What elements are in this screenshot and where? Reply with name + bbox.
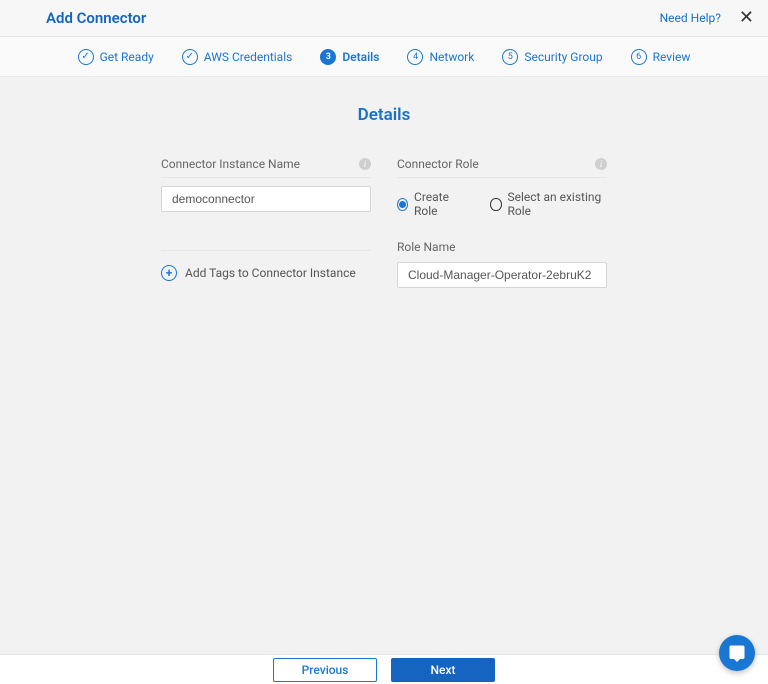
connector-role-label-row: Connector Role i [397, 157, 607, 178]
step-get-ready[interactable]: Get Ready [78, 49, 154, 65]
header: Add Connector Need Help? ✕ [0, 0, 768, 37]
role-name-input[interactable] [397, 262, 607, 288]
step-label: Get Ready [100, 50, 154, 64]
instance-name-input[interactable] [161, 186, 371, 212]
info-icon[interactable]: i [359, 158, 371, 170]
check-icon [182, 49, 198, 65]
left-column: Connector Instance Name i + Add Tags to … [161, 157, 371, 288]
instance-name-label: Connector Instance Name [161, 157, 300, 171]
radio-icon [490, 198, 501, 211]
step-aws-credentials[interactable]: AWS Credentials [182, 49, 293, 65]
footer: Previous Next [0, 654, 768, 684]
step-network[interactable]: 4 Network [407, 49, 474, 65]
chat-bubble-icon [728, 644, 746, 662]
step-details[interactable]: 3 Details [320, 49, 379, 65]
step-number-icon: 6 [631, 49, 647, 65]
step-label: Security Group [524, 50, 602, 64]
radio-existing-role[interactable]: Select an existing Role [490, 190, 607, 218]
radio-icon [397, 198, 408, 211]
step-number-icon: 3 [320, 49, 336, 65]
previous-button[interactable]: Previous [273, 658, 377, 682]
need-help-link[interactable]: Need Help? [660, 11, 721, 25]
step-security-group[interactable]: 5 Security Group [502, 49, 602, 65]
divider [161, 250, 371, 251]
step-label: Details [342, 50, 379, 64]
details-form: Connector Instance Name i + Add Tags to … [0, 157, 768, 288]
chat-icon[interactable] [719, 635, 755, 671]
header-right: Need Help? ✕ [660, 9, 754, 27]
role-name-label: Role Name [397, 240, 607, 254]
plus-icon: + [161, 265, 177, 281]
step-review[interactable]: 6 Review [631, 49, 691, 65]
step-label: AWS Credentials [204, 50, 293, 64]
step-number-icon: 5 [502, 49, 518, 65]
header-title: Add Connector [46, 9, 146, 27]
add-tags-label: Add Tags to Connector Instance [185, 266, 356, 280]
instance-name-label-row: Connector Instance Name i [161, 157, 371, 178]
step-label: Review [653, 50, 691, 64]
info-icon[interactable]: i [595, 158, 607, 170]
page-title: Details [0, 105, 768, 125]
radio-create-role[interactable]: Create Role [397, 190, 464, 218]
radio-label: Select an existing Role [508, 190, 608, 218]
connector-role-label: Connector Role [397, 157, 479, 171]
close-icon[interactable]: ✕ [739, 9, 754, 27]
wizard-stepper: Get Ready AWS Credentials 3 Details 4 Ne… [0, 37, 768, 77]
step-number-icon: 4 [407, 49, 423, 65]
check-icon [78, 49, 94, 65]
step-label: Network [429, 50, 474, 64]
role-radio-group: Create Role Select an existing Role [397, 190, 607, 218]
next-button[interactable]: Next [391, 658, 495, 682]
add-tags-button[interactable]: + Add Tags to Connector Instance [161, 265, 371, 281]
right-column: Connector Role i Create Role Select an e… [397, 157, 607, 288]
main-content: Details Connector Instance Name i + Add … [0, 77, 768, 288]
radio-label: Create Role [414, 190, 464, 218]
